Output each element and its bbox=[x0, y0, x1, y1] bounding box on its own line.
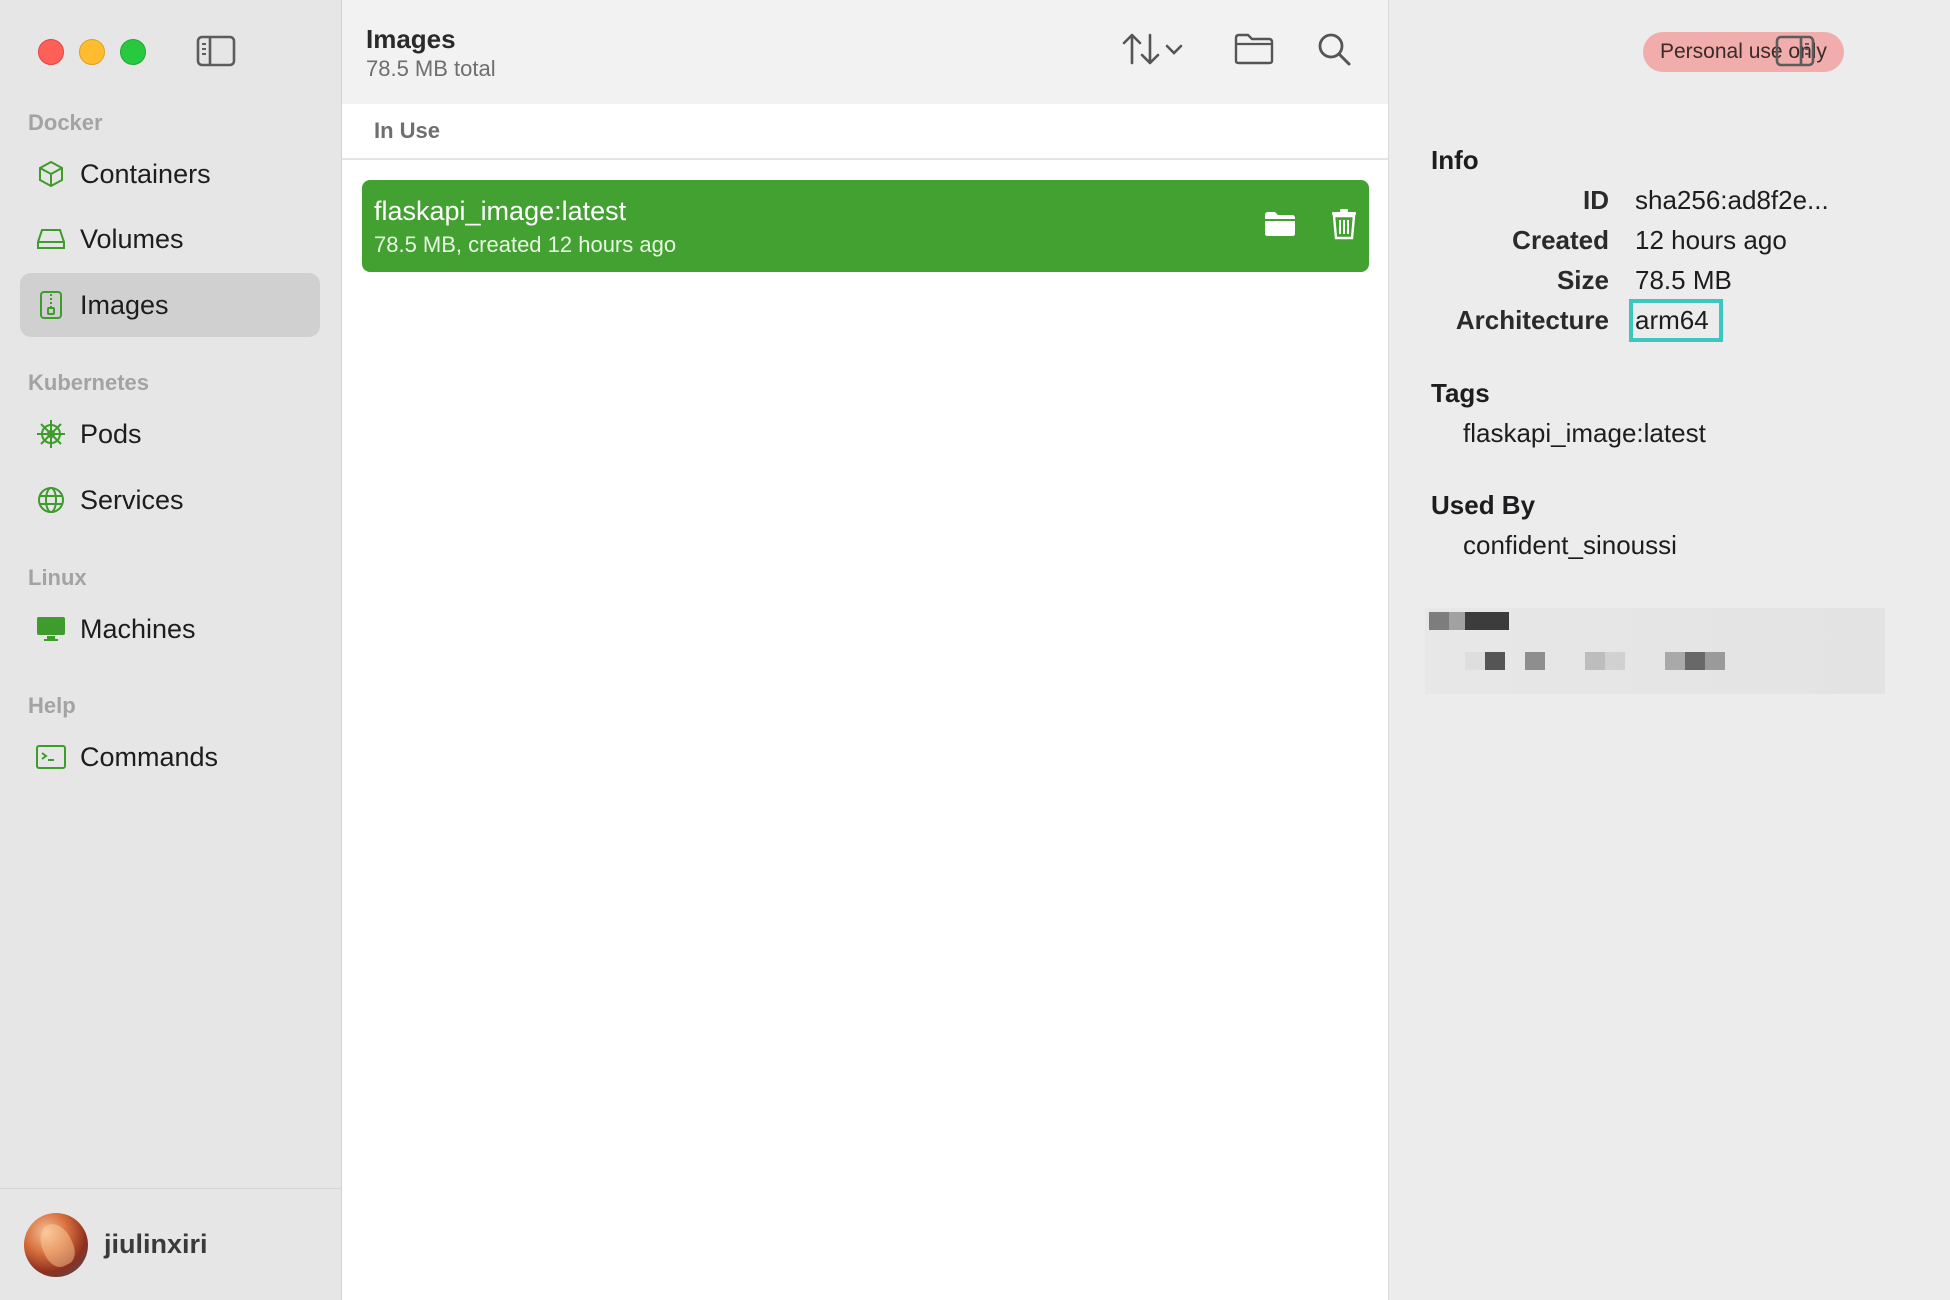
image-list-pane: Images 78.5 MB total In Use flaskapi_ima… bbox=[342, 0, 1389, 1300]
sidebar-item-label: Volumes bbox=[80, 223, 184, 254]
sidebar-item-pods[interactable]: Pods bbox=[20, 402, 320, 466]
image-meta: 78.5 MB, created 12 hours ago bbox=[374, 232, 677, 257]
section-label-linux: Linux bbox=[28, 565, 87, 590]
sort-button[interactable] bbox=[1112, 30, 1192, 72]
info-row-id: ID sha256:ad8f2e... bbox=[1389, 185, 1950, 221]
user-account[interactable]: jiulinxiri bbox=[0, 1188, 342, 1300]
search-icon bbox=[1315, 30, 1353, 73]
maximize-window-button[interactable] bbox=[120, 39, 146, 65]
image-name: flaskapi_image:latest bbox=[374, 196, 627, 226]
username: jiulinxiri bbox=[104, 1229, 208, 1259]
sidebar-item-machines[interactable]: Machines bbox=[20, 597, 320, 661]
drive-icon bbox=[36, 224, 66, 254]
sidebar-item-commands[interactable]: Commands bbox=[20, 725, 320, 789]
sidebar-item-label: Services bbox=[80, 484, 184, 515]
sidebar-item-label: Pods bbox=[80, 418, 142, 449]
open-image-folder-button[interactable] bbox=[1262, 208, 1298, 244]
page-title: Images bbox=[366, 24, 456, 54]
sidebar-item-label: Images bbox=[80, 289, 169, 320]
section-label-kubernetes: Kubernetes bbox=[28, 370, 150, 395]
architecture-value: arm64 bbox=[1629, 299, 1723, 342]
app-window: Docker Containers Volumes Images Kuberne… bbox=[0, 0, 1950, 1300]
info-row-architecture: Architecture arm64 bbox=[1389, 299, 1950, 342]
group-header-in-use: In Use bbox=[342, 104, 1388, 160]
info-row-size: Size 78.5 MB bbox=[1389, 265, 1950, 301]
info-key: Size bbox=[1556, 265, 1609, 295]
cube-icon bbox=[36, 159, 66, 189]
monitor-icon bbox=[36, 614, 66, 644]
search-button[interactable] bbox=[1312, 30, 1356, 72]
info-key: ID bbox=[1583, 185, 1609, 215]
sidebar-item-images[interactable]: Images bbox=[20, 273, 320, 337]
tags-section-title: Tags bbox=[1431, 378, 1490, 408]
list-item[interactable]: flaskapi_image:latest 78.5 MB, created 1… bbox=[362, 180, 1369, 272]
delete-image-button[interactable] bbox=[1326, 208, 1362, 244]
section-label-help: Help bbox=[28, 693, 76, 718]
total-size-label: 78.5 MB total bbox=[366, 56, 496, 81]
inspector-toggle-icon[interactable] bbox=[1775, 34, 1815, 68]
info-row-created: Created 12 hours ago bbox=[1389, 225, 1950, 261]
sidebar-item-label: Machines bbox=[80, 613, 196, 644]
avatar bbox=[24, 1212, 88, 1277]
sidebar-item-containers[interactable]: Containers bbox=[20, 142, 320, 206]
window-controls bbox=[38, 39, 146, 65]
info-key: Architecture bbox=[1455, 305, 1609, 335]
sidebar: Docker Containers Volumes Images Kuberne… bbox=[0, 0, 342, 1300]
info-value: 12 hours ago bbox=[1635, 225, 1787, 255]
list-toolbar: Images 78.5 MB total bbox=[342, 0, 1388, 104]
folder-icon bbox=[1234, 32, 1274, 71]
helm-wheel-icon bbox=[36, 419, 66, 449]
info-section-title: Info bbox=[1431, 145, 1479, 175]
chevron-down-icon bbox=[1164, 42, 1184, 61]
sidebar-item-label: Containers bbox=[80, 158, 211, 189]
open-folder-button[interactable] bbox=[1232, 30, 1276, 72]
close-window-button[interactable] bbox=[38, 39, 64, 65]
globe-icon bbox=[36, 485, 66, 515]
sidebar-item-services[interactable]: Services bbox=[20, 468, 320, 532]
section-label-docker: Docker bbox=[28, 110, 103, 135]
sort-icon bbox=[1120, 29, 1164, 74]
minimize-window-button[interactable] bbox=[79, 39, 105, 65]
archive-icon bbox=[36, 290, 66, 320]
sidebar-item-label: Commands bbox=[80, 741, 219, 772]
sidebar-item-volumes[interactable]: Volumes bbox=[20, 207, 320, 271]
used-by-item[interactable]: confident_sinoussi bbox=[1463, 530, 1677, 561]
trash-icon bbox=[1331, 208, 1357, 245]
terminal-icon bbox=[36, 742, 66, 772]
info-key: Created bbox=[1512, 225, 1609, 255]
used-by-section-title: Used By bbox=[1431, 490, 1536, 520]
sidebar-toggle-icon[interactable] bbox=[196, 34, 236, 68]
redacted-content bbox=[1425, 608, 1885, 694]
tag-item[interactable]: flaskapi_image:latest bbox=[1463, 418, 1706, 449]
inspector-pane: Personal use only Info ID sha256:ad8f2e.… bbox=[1389, 0, 1950, 1300]
info-value: sha256:ad8f2e... bbox=[1635, 185, 1829, 215]
folder-icon bbox=[1264, 210, 1296, 243]
info-value: 78.5 MB bbox=[1635, 265, 1732, 295]
